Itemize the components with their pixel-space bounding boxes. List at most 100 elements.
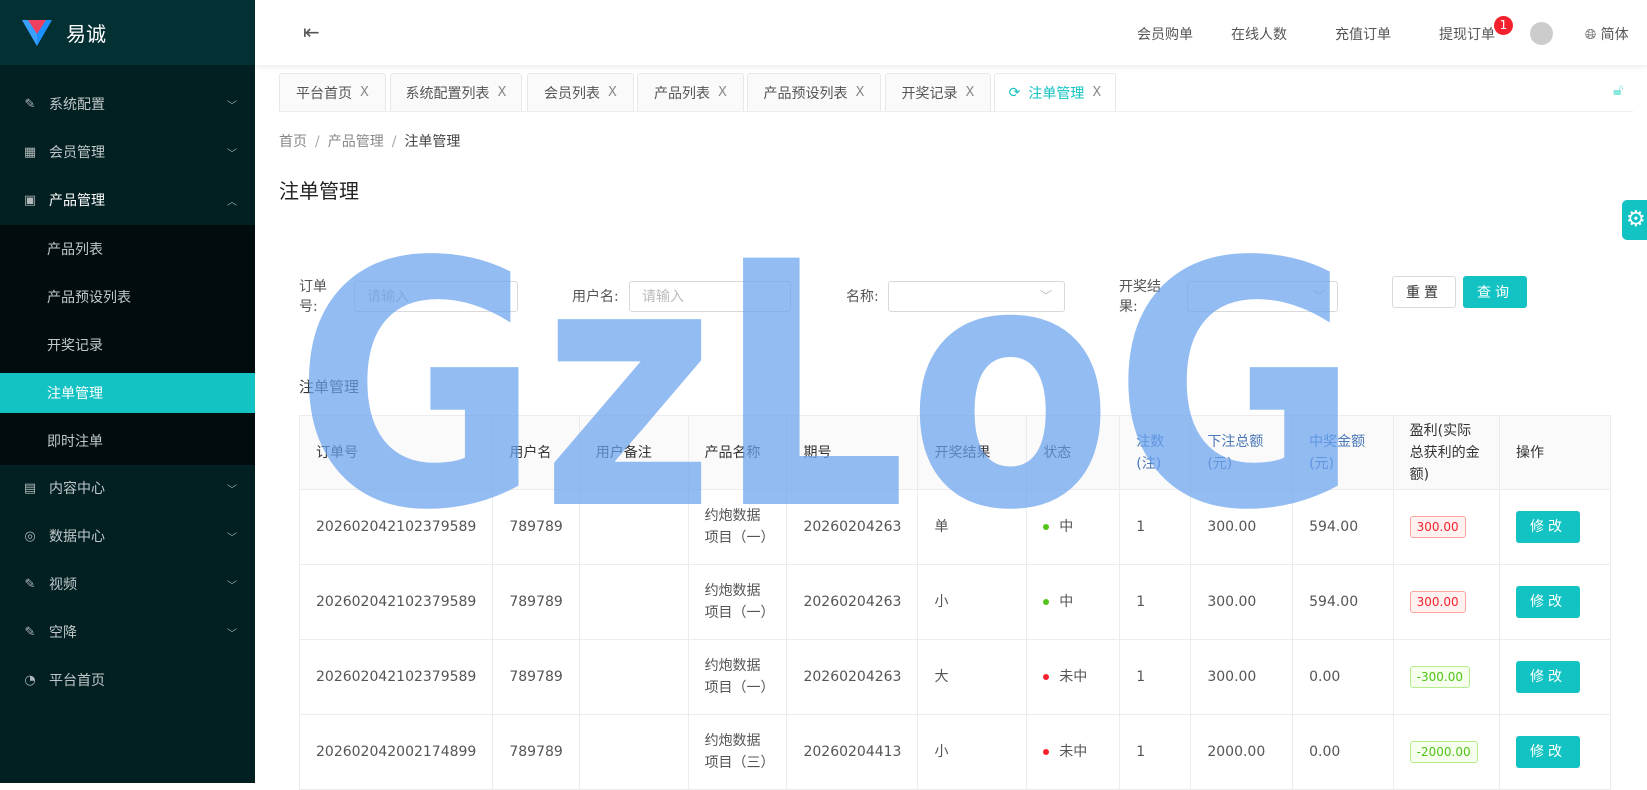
sidebar-item-3[interactable]: ▤ 内容中心 ﹀ — [0, 464, 255, 512]
status-dot — [1043, 674, 1050, 680]
chevron-down-icon: ﹀ — [227, 580, 237, 592]
page-title: 注单管理 — [279, 179, 359, 203]
cell-win: 0.00 — [1292, 639, 1394, 715]
close-icon[interactable]: X — [1092, 85, 1101, 100]
name-select[interactable]: ﹀ — [888, 281, 1065, 312]
column-header: 订单号 — [298, 415, 494, 490]
result-select[interactable]: ﹀ — [1187, 281, 1338, 312]
cell-win: 0.00 — [1292, 714, 1394, 790]
sidebar-subitem-1[interactable]: 产品预设列表 — [0, 277, 255, 317]
header-link-recharge-orders[interactable]: 充值订单 — [1335, 24, 1391, 44]
avatar[interactable] — [1530, 22, 1553, 45]
tab-label: 开奖记录 — [901, 85, 958, 102]
submenu: 产品列表产品预设列表 开奖记录注单管理即时注单 — [0, 225, 255, 465]
cell-actions: 修改 — [1499, 714, 1611, 790]
close-icon[interactable]: X — [718, 85, 727, 100]
close-icon[interactable]: X — [360, 85, 369, 100]
tab-label: 产品预设列表 — [763, 85, 848, 102]
order-no-input[interactable] — [354, 281, 518, 312]
reload-icon: ⟳ — [1008, 84, 1021, 101]
logo-icon — [22, 19, 52, 46]
header-link-member-orders[interactable]: 会员购单 — [1137, 24, 1193, 44]
status-text: 中 — [1059, 519, 1074, 535]
cell-result: 大 — [917, 639, 1028, 715]
tab-3[interactable]: 产品列表 X — [637, 73, 744, 111]
header-link-withdraw-orders[interactable]: 提现订单 — [1439, 24, 1495, 44]
sidebar-item-6[interactable]: ✎ 空降 ﹀ — [0, 608, 255, 656]
tab-divider — [279, 111, 1633, 112]
cell-product: 约炮数据项目（一） — [687, 639, 788, 715]
logo[interactable]: 易诚 — [0, 0, 255, 65]
tab-5[interactable]: 开奖记录 X — [885, 73, 991, 111]
cell-status: 中 — [1026, 489, 1121, 565]
cell-bet: 300.00 — [1190, 489, 1294, 565]
edit-icon: ✎ — [24, 624, 36, 640]
sidebar-subitem-2[interactable]: 开奖记录 — [0, 325, 255, 365]
sidebar-item-4[interactable]: ◎ 数据中心 ﹀ — [0, 512, 255, 560]
sidebar-item-1[interactable]: ▦ 会员管理 ﹀ — [0, 128, 255, 176]
close-icon[interactable]: X — [498, 85, 507, 100]
table-row: 202602042002174899 789789 约炮数据项目（三） 2026020… — [298, 714, 1611, 790]
cell-order-no: 202602042102379589 — [298, 564, 494, 640]
edit-button[interactable]: 修改 — [1516, 736, 1581, 768]
column-header: 盈利(实际总获利的金额) — [1392, 415, 1501, 490]
close-icon[interactable]: X — [966, 85, 975, 100]
sidebar-item-2[interactable]: ▣ 产品管理 ︿ — [0, 176, 255, 224]
sidebar-item-label: 平台首页 — [49, 673, 105, 689]
sidebar-item-7[interactable]: ◔ 平台首页 — [0, 656, 255, 704]
close-icon[interactable]: X — [608, 85, 617, 100]
sidebar-item-label: 空降 — [49, 625, 77, 641]
name-label: 名称: — [846, 289, 879, 305]
profit-tag: -300.00 — [1409, 666, 1470, 688]
tab-2[interactable]: 会员列表 X — [527, 73, 634, 111]
language-switch[interactable]: 🌐︎ 简体 — [1585, 24, 1629, 44]
search-button[interactable]: 查询 — [1463, 276, 1527, 308]
cell-period: 20260204263 — [786, 489, 919, 565]
status-text: 未中 — [1059, 669, 1088, 685]
profit-tag: 300.00 — [1409, 516, 1466, 538]
sidebar-item-label: 数据中心 — [49, 529, 105, 545]
menu-fold-icon[interactable]: ⇤ — [303, 20, 320, 44]
cell-bet: 300.00 — [1190, 639, 1294, 715]
chevron-down-icon: ﹀ — [227, 484, 237, 496]
status-dot — [1043, 749, 1050, 755]
breadcrumb-product[interactable]: 产品管理 — [328, 134, 384, 150]
cell-profit: -300.00 — [1392, 639, 1501, 715]
table-row: 202602042102379589 789789 约炮数据项目（一） 2026020… — [298, 489, 1611, 565]
sidebar-subitem-0[interactable]: 产品列表 — [0, 229, 255, 269]
tab-1[interactable]: 系统配置列表 X — [390, 73, 522, 111]
unlock-icon[interactable]: 🔓︎ — [1613, 80, 1623, 100]
profit-tag: -2000.00 — [1409, 741, 1478, 763]
cell-result: 小 — [917, 714, 1028, 790]
status-dot — [1043, 524, 1050, 530]
header-link-online-users[interactable]: 在线人数 — [1231, 24, 1287, 44]
chevron-down-icon: ﹀ — [227, 100, 237, 112]
cell-actions: 修改 — [1499, 489, 1611, 565]
cell-bet: 2000.00 — [1190, 714, 1294, 790]
edit-icon: ✎ — [24, 576, 36, 592]
chevron-down-icon: ﹀ — [227, 148, 237, 160]
tab-6[interactable]: ⟳ 注单管理 X — [994, 73, 1116, 111]
tab-4[interactable]: 产品预设列表 X — [747, 73, 881, 111]
reset-button[interactable]: 重置 — [1392, 276, 1456, 308]
sidebar-item-label: 会员管理 — [49, 145, 105, 161]
cell-product: 约炮数据项目（一） — [687, 564, 788, 640]
settings-gear-icon[interactable]: ⚙ — [1622, 200, 1647, 240]
username-input[interactable] — [629, 281, 791, 312]
sidebar-item-5[interactable]: ✎ 视频 ﹀ — [0, 560, 255, 608]
cell-product: 约炮数据项目（一） — [687, 489, 788, 565]
edit-button[interactable]: 修改 — [1516, 511, 1581, 543]
sidebar-item-0[interactable]: ✎ 系统配置 ﹀ — [0, 80, 255, 128]
sidebar-subitem-4[interactable]: 即时注单 — [0, 421, 255, 461]
sidebar-subitem-3[interactable]: 注单管理 — [0, 373, 255, 413]
close-icon[interactable]: X — [856, 85, 865, 100]
edit-button[interactable]: 修改 — [1516, 661, 1581, 693]
username-label: 用户名: — [572, 289, 619, 305]
breadcrumb-home[interactable]: 首页 — [279, 134, 307, 150]
edit-button[interactable]: 修改 — [1516, 586, 1581, 618]
cell-username: 789789 — [492, 714, 580, 790]
cell-count: 1 — [1119, 714, 1192, 790]
column-header: 注数(注) — [1119, 415, 1192, 490]
tab-0[interactable]: 平台首页 X — [279, 73, 386, 111]
chevron-up-icon: ︿ — [227, 196, 237, 208]
